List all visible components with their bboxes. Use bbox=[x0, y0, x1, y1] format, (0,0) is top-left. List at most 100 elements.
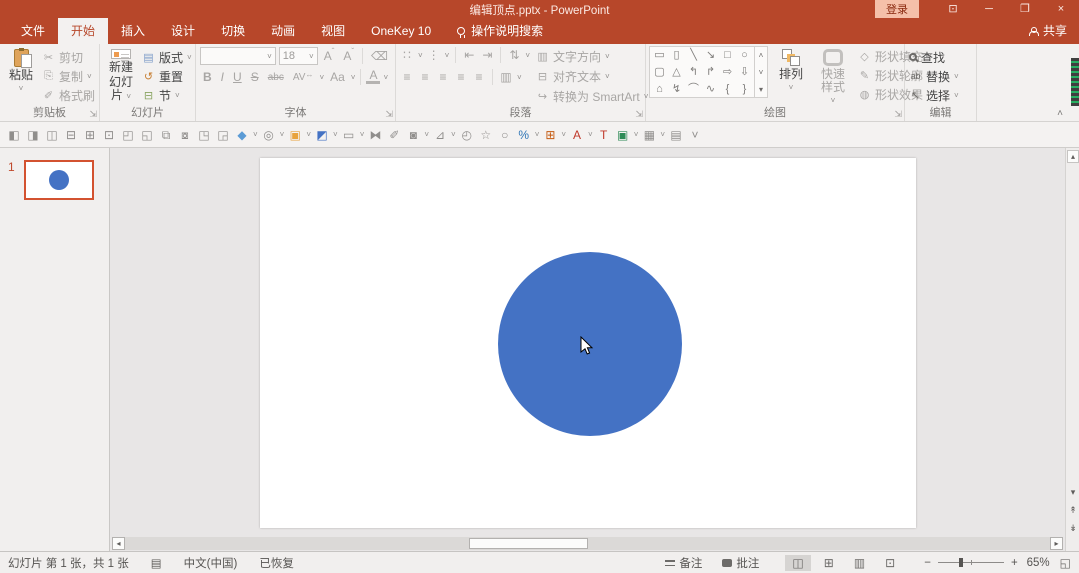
dialog-launcher-icon[interactable]: ⇲ bbox=[89, 110, 97, 119]
restore-button[interactable]: ❐ bbox=[1007, 0, 1043, 18]
next-slide-button[interactable]: ↡ bbox=[1067, 522, 1079, 535]
dropdown-arrow-icon[interactable]: ˅ bbox=[561, 130, 566, 139]
scribble-icon[interactable]: ↯ bbox=[672, 82, 681, 97]
horizontal-scrollbar[interactable]: ◂ ▸ bbox=[112, 537, 1063, 550]
increase-font-size-button[interactable]: Aˆ bbox=[321, 47, 338, 63]
align-objects-left-icon[interactable]: ◧ bbox=[6, 123, 22, 147]
font-size-combo[interactable]: 18 ˅ bbox=[278, 47, 318, 65]
zoom-percentage[interactable]: 65% bbox=[1018, 557, 1050, 569]
dropdown-arrow-icon[interactable]: ˅ bbox=[253, 130, 258, 139]
intersect-shapes-icon[interactable]: ◎ bbox=[261, 123, 277, 147]
line-spacing-icon[interactable]: ⇅ bbox=[507, 48, 521, 62]
theme-colors-icon[interactable]: ◩ bbox=[314, 123, 330, 147]
elbow-connector-icon[interactable]: ↰ bbox=[689, 65, 698, 80]
dropdown-arrow-icon[interactable]: ˅ bbox=[280, 130, 285, 139]
align-left-icon[interactable]: ≡ bbox=[400, 70, 414, 84]
equal-height-icon[interactable]: ◱ bbox=[139, 123, 155, 147]
oval-tool-icon[interactable]: ○ bbox=[497, 123, 513, 147]
tab-insert[interactable]: 插入 bbox=[108, 18, 158, 44]
tab-view[interactable]: 视图 bbox=[308, 18, 358, 44]
export-picture-icon[interactable]: ▦ bbox=[641, 123, 657, 147]
tab-home[interactable]: 开始 bbox=[58, 18, 109, 44]
language-indicator[interactable]: 中文(中国) bbox=[184, 555, 238, 571]
percent-scale-icon[interactable]: % bbox=[516, 123, 532, 147]
dropdown-arrow-icon[interactable]: ˅ bbox=[660, 130, 665, 139]
format-painter-button[interactable]: ✐ 格式刷 bbox=[42, 86, 95, 104]
table-tool-icon[interactable]: ⊞ bbox=[542, 123, 558, 147]
remove-text-icon[interactable]: A bbox=[569, 123, 585, 147]
justify-icon[interactable]: ≡ bbox=[454, 70, 468, 84]
left-brace-icon[interactable]: { bbox=[726, 82, 730, 97]
select-button[interactable]: ↖ 选择 ˅ bbox=[909, 86, 959, 104]
zoom-slider[interactable] bbox=[937, 558, 1004, 567]
ribbon-display-options-button[interactable]: ⊡ bbox=[935, 0, 971, 18]
section-button[interactable]: ⊟ 节 ˅ bbox=[142, 86, 192, 104]
layout-button[interactable]: ▤ 版式 ˅ bbox=[142, 48, 191, 66]
chevron-down-icon[interactable]: ˅ bbox=[126, 92, 131, 101]
spellcheck-book-icon[interactable]: ▤ bbox=[151, 556, 162, 570]
sign-in-button[interactable]: 登录 bbox=[875, 0, 919, 18]
chevron-down-icon[interactable]: ˅ bbox=[954, 72, 959, 81]
horizontal-scrollbar-thumb[interactable] bbox=[468, 538, 588, 549]
scroll-down-icon[interactable]: ▾ bbox=[1067, 486, 1079, 499]
chevron-down-icon[interactable]: ˅ bbox=[445, 51, 450, 60]
gallery-more-icon[interactable]: ▾ bbox=[755, 81, 767, 98]
comments-button[interactable]: 批注 bbox=[722, 555, 759, 571]
align-center-icon[interactable]: ≡ bbox=[418, 70, 432, 84]
text-shadow-button[interactable]: abc bbox=[265, 72, 287, 83]
paste-button[interactable]: 粘贴 ˅ bbox=[2, 47, 40, 105]
new-slide-button[interactable]: 新建 幻灯片 ˅ bbox=[102, 47, 140, 105]
line-icon[interactable]: ╲ bbox=[690, 48, 697, 63]
scroll-left-icon[interactable]: ◂ bbox=[112, 537, 125, 550]
align-to-slide-icon[interactable]: ◲ bbox=[215, 123, 231, 147]
character-spacing-button[interactable]: AV ↔ bbox=[290, 70, 317, 83]
ungroup-shapes-icon[interactable]: ⧇ bbox=[177, 123, 193, 147]
bullets-icon[interactable]: ∷ bbox=[400, 48, 414, 62]
align-text-button[interactable]: ⊟ 对齐文本 ˅ bbox=[536, 67, 648, 85]
slideshow-view-button[interactable]: ⊡ bbox=[878, 555, 902, 571]
arc-icon[interactable]: ⌒ bbox=[688, 82, 699, 97]
bold-button[interactable]: B bbox=[200, 70, 215, 84]
freeform-icon[interactable]: ⌂ bbox=[656, 82, 663, 97]
cut-button[interactable]: ✂ 剪切 bbox=[42, 48, 95, 66]
dialog-launcher-icon[interactable]: ⇲ bbox=[385, 110, 393, 119]
columns-icon[interactable]: ▥ bbox=[499, 70, 513, 84]
tab-design[interactable]: 设计 bbox=[158, 18, 208, 44]
strikethrough-button[interactable]: S bbox=[248, 70, 262, 84]
zoom-out-icon[interactable]: − bbox=[924, 557, 931, 569]
chevron-down-icon[interactable]: ˅ bbox=[175, 91, 180, 100]
format-painter-mini-icon[interactable]: ✐ bbox=[386, 123, 402, 147]
rounded-rectangle-icon[interactable]: ▢ bbox=[654, 65, 664, 80]
dropdown-arrow-icon[interactable]: ˅ bbox=[451, 130, 456, 139]
find-button[interactable]: 查找 bbox=[909, 48, 959, 66]
animation-star-icon[interactable]: ☆ bbox=[478, 123, 494, 147]
text-box-icon[interactable]: ▭ bbox=[654, 48, 664, 63]
dialog-launcher-icon[interactable]: ⇲ bbox=[635, 110, 643, 119]
right-arrow-icon[interactable]: ⇨ bbox=[723, 65, 732, 80]
minimize-button[interactable]: ─ bbox=[971, 0, 1007, 18]
increase-indent-icon[interactable]: ⇥ bbox=[480, 48, 494, 62]
dropdown-arrow-icon[interactable]: ˅ bbox=[588, 130, 593, 139]
right-brace-icon[interactable]: } bbox=[743, 82, 747, 97]
numbering-icon[interactable]: ⋮ bbox=[427, 48, 441, 62]
dropdown-arrow-icon[interactable]: ˅ bbox=[306, 130, 311, 139]
replace-button[interactable]: ab 替换 ˅ bbox=[909, 67, 959, 85]
tab-animations[interactable]: 动画 bbox=[258, 18, 308, 44]
clear-formatting-button[interactable]: ⌫ bbox=[368, 49, 391, 63]
chevron-down-icon[interactable]: ˅ bbox=[954, 91, 959, 100]
italic-button[interactable]: I bbox=[218, 70, 227, 84]
reset-button[interactable]: ↺ 重置 bbox=[142, 67, 192, 85]
chevron-down-icon[interactable]: ˅ bbox=[605, 72, 610, 81]
chevron-down-icon[interactable]: ˅ bbox=[418, 51, 423, 60]
shape-rotate-icon[interactable]: ⊿ bbox=[432, 123, 448, 147]
triangle-icon[interactable]: △ bbox=[672, 65, 680, 80]
text-direction-button[interactable]: ▥ 文字方向 ˅ bbox=[536, 47, 648, 65]
chevron-down-icon[interactable]: ˅ bbox=[383, 73, 388, 82]
font-name-combo[interactable]: ˅ bbox=[200, 47, 276, 65]
fill-bucket-icon[interactable]: ◙ bbox=[405, 123, 421, 147]
copy-button[interactable]: ⎘ 复制 ˅ bbox=[42, 67, 95, 85]
curve-icon[interactable]: ∿ bbox=[706, 82, 715, 97]
lock-aspect-icon[interactable]: ▣ bbox=[615, 123, 631, 147]
animation-timing-icon[interactable]: ◴ bbox=[459, 123, 475, 147]
reading-view-button[interactable]: ▥ bbox=[847, 555, 872, 571]
